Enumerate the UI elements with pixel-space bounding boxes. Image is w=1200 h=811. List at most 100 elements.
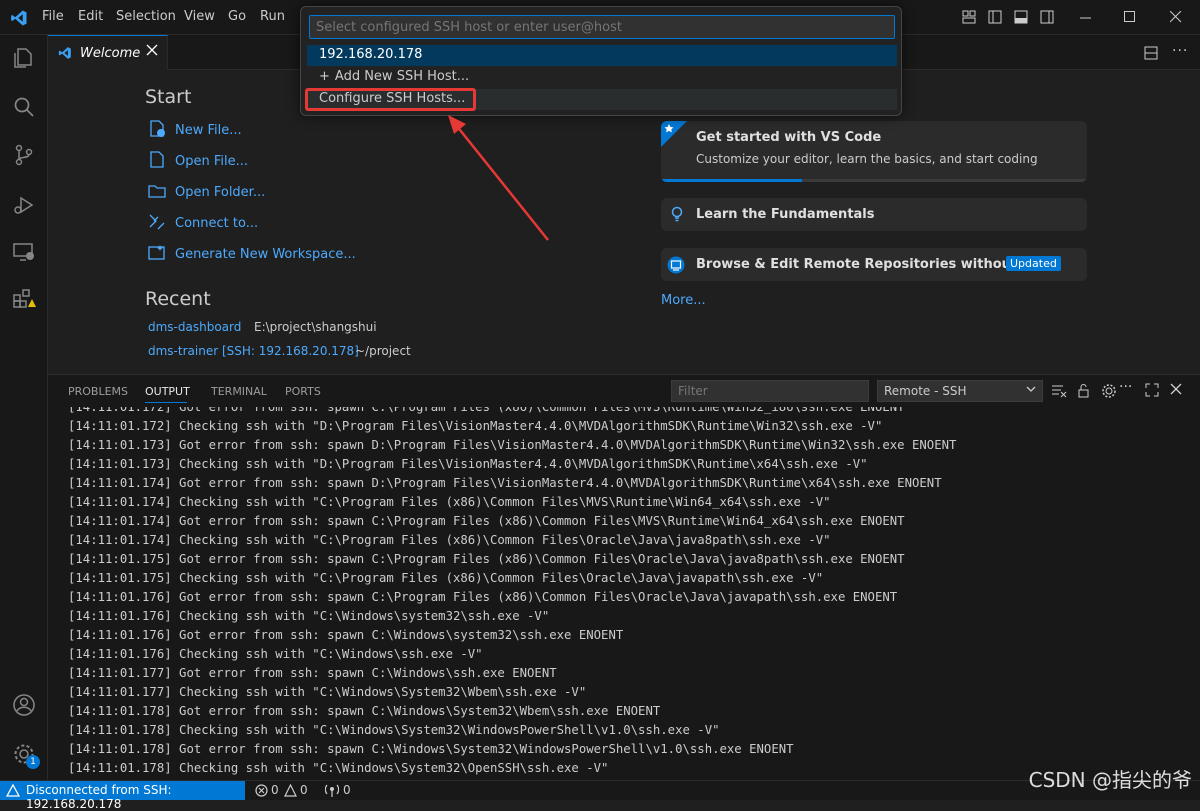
remote-status-indicator[interactable]: Disconnected from SSH: 192.168.20.178 (0, 781, 245, 811)
explorer-icon[interactable] (12, 46, 36, 70)
recent-heading: Recent (145, 288, 211, 310)
watermark: CSDN @指尖的爷 (1028, 768, 1192, 792)
search-icon[interactable] (12, 95, 36, 119)
menu-view[interactable]: View (184, 9, 215, 24)
quick-pick-item-add-host[interactable]: + Add New SSH Host... (307, 67, 897, 88)
log-line: [14:11:01.177] Got error from ssh: spawn… (68, 666, 557, 680)
plus-icon: + (319, 69, 330, 84)
recent-item-path: E:\project\shangshui (254, 320, 377, 334)
menu-edit[interactable]: Edit (78, 9, 103, 24)
clear-output-icon[interactable] (1051, 383, 1067, 403)
log-line: [14:11:01.172] Got error from ssh: spawn… (68, 407, 905, 414)
connect-to-link[interactable]: Connect to... (175, 216, 258, 231)
quick-pick-item-label: 192.168.20.178 (319, 47, 423, 62)
maximize-icon[interactable] (1124, 11, 1136, 27)
walkthrough-remote-repos-card[interactable]: Browse & Edit Remote Repositories withou… (661, 248, 1087, 281)
output-channel-value: Remote - SSH (884, 384, 967, 398)
log-line: [14:11:01.173] Got error from ssh: spawn… (68, 438, 957, 452)
log-line: [14:11:01.176] Got error from ssh: spawn… (68, 590, 898, 604)
source-control-icon[interactable] (12, 143, 36, 167)
walkthrough-description: Customize your editor, learn the basics,… (696, 152, 1038, 166)
star-icon (661, 121, 687, 151)
vscode-tab-icon (58, 46, 72, 64)
tab-welcome[interactable]: Welcome (48, 35, 168, 70)
ports-count[interactable]: 0 (343, 783, 351, 797)
output-log-viewport[interactable]: [14:11:01.172] Got error from ssh: spawn… (48, 407, 1198, 781)
menu-run[interactable]: Run (260, 9, 285, 24)
toggle-primary-sidebar-icon[interactable] (988, 10, 1002, 28)
chevron-down-icon (1025, 383, 1037, 398)
remote-status-label: Disconnected from SSH: 192.168.20.178 (26, 783, 172, 811)
vscode-logo-icon[interactable] (10, 9, 28, 31)
start-heading: Start (145, 86, 192, 108)
toggle-panel-icon[interactable] (1014, 10, 1028, 28)
split-editor-icon[interactable] (1144, 46, 1158, 64)
log-line: [14:11:01.176] Checking ssh with "C:\Win… (68, 647, 483, 661)
quick-pick-item-host[interactable]: 192.168.20.178 (307, 45, 897, 66)
log-line: [14:11:01.174] Got error from ssh: spawn… (68, 514, 905, 528)
panel-more-actions-icon[interactable]: ··· (1119, 379, 1132, 395)
run-and-debug-icon[interactable] (12, 193, 36, 217)
close-window-icon[interactable] (1169, 10, 1182, 27)
tab-terminal[interactable]: TERMINAL (211, 385, 267, 398)
ssh-host-input[interactable] (309, 15, 895, 39)
menu-go[interactable]: Go (228, 9, 246, 24)
log-line: [14:11:01.174] Checking ssh with "C:\Pro… (68, 495, 831, 509)
close-tab-icon[interactable] (146, 44, 158, 60)
quick-pick-item-label: Add New SSH Host... (334, 69, 470, 84)
active-tab-indicator (145, 402, 187, 403)
new-file-icon (148, 120, 166, 142)
menu-file[interactable]: File (42, 9, 64, 24)
walkthrough-get-started-card[interactable]: Get started with VS Code Customize your … (661, 121, 1087, 182)
more-actions-icon[interactable]: ··· (1172, 43, 1188, 59)
generate-workspace-icon (148, 244, 166, 266)
minimize-icon[interactable] (1080, 12, 1092, 28)
tab-label: Welcome (80, 46, 141, 61)
error-count[interactable]: 0 (271, 783, 279, 797)
log-line: [14:11:01.178] Checking ssh with "C:\Win… (68, 723, 720, 737)
log-line: [14:11:01.172] Checking ssh with "D:\Pro… (68, 419, 883, 433)
open-file-link[interactable]: Open File... (175, 154, 248, 169)
open-folder-icon (148, 182, 166, 204)
generate-workspace-link[interactable]: Generate New Workspace... (175, 247, 356, 262)
updated-badge: Updated (1006, 256, 1061, 271)
output-log: [14:11:01.172] Got error from ssh: spawn… (68, 407, 956, 778)
open-folder-link[interactable]: Open Folder... (175, 185, 265, 200)
maximize-panel-icon[interactable] (1145, 383, 1159, 401)
tab-output[interactable]: OUTPUT (145, 385, 190, 398)
output-settings-gear-icon[interactable] (1101, 383, 1117, 403)
lock-scroll-icon[interactable] (1077, 383, 1093, 403)
remote-repositories-icon (667, 256, 685, 278)
log-line: [14:11:01.176] Got error from ssh: spawn… (68, 628, 624, 642)
walkthrough-title: Browse & Edit Remote Repositories withou… (696, 257, 1051, 272)
warning-count[interactable]: 0 (300, 783, 308, 797)
tab-problems[interactable]: PROBLEMS (68, 385, 128, 398)
output-filter-input[interactable] (671, 380, 869, 402)
lightbulb-icon (669, 206, 685, 226)
recent-item-name[interactable]: dms-trainer [SSH: 192.168.20.178] (148, 344, 359, 358)
notification-badge: 1 (26, 755, 40, 769)
error-icon (255, 784, 268, 801)
recent-item-name[interactable]: dms-dashboard (148, 320, 241, 334)
walkthrough-fundamentals-card[interactable]: Learn the Fundamentals (661, 198, 1087, 231)
output-channel-select[interactable]: Remote - SSH (877, 380, 1043, 402)
walkthrough-title: Get started with VS Code (696, 130, 882, 145)
warning-count-icon (284, 783, 297, 801)
log-line: [14:11:01.175] Checking ssh with "C:\Pro… (68, 571, 824, 585)
status-bar: Disconnected from SSH: 192.168.20.178 0 … (0, 780, 1200, 811)
walkthrough-progress-fill (661, 179, 802, 182)
log-line: [14:11:01.176] Checking ssh with "C:\Win… (68, 609, 550, 623)
extensions-icon[interactable] (12, 287, 36, 311)
customize-layout-icon[interactable] (962, 10, 976, 28)
log-line: [14:11:01.173] Checking ssh with "D:\Pro… (68, 457, 868, 471)
more-walkthroughs-link[interactable]: More... (661, 293, 706, 308)
new-file-link[interactable]: New File... (175, 123, 242, 138)
tab-ports[interactable]: PORTS (285, 385, 321, 398)
accounts-icon[interactable] (12, 693, 36, 717)
menu-selection[interactable]: Selection (116, 9, 176, 24)
log-line: [14:11:01.174] Got error from ssh: spawn… (68, 476, 942, 490)
toggle-secondary-sidebar-icon[interactable] (1040, 10, 1054, 28)
remote-explorer-icon[interactable] (12, 240, 36, 264)
log-line: [14:11:01.177] Checking ssh with "C:\Win… (68, 685, 587, 699)
close-panel-icon[interactable] (1170, 383, 1182, 399)
